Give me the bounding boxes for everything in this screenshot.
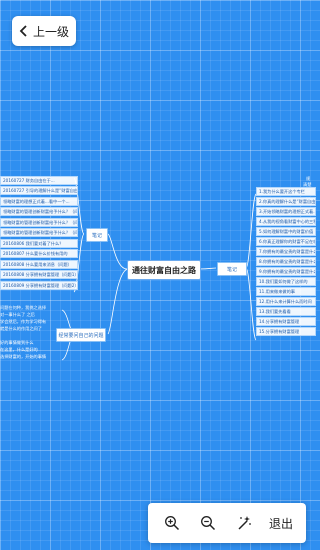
- left-bottom-text: 在这里，什么是好的: [0, 347, 38, 352]
- zoom-in-button[interactable]: [154, 505, 190, 541]
- list-item[interactable]: 领略财富的管理创新财富给予什么？（问题3）: [0, 228, 78, 237]
- zoom-out-icon: [201, 516, 216, 531]
- list-item[interactable]: 领略财富的理想正式着...看中一个...: [0, 197, 78, 206]
- list-item[interactable]: 9.你拥有的最宝贵的财富是什么？: [256, 267, 316, 276]
- branch-left-top[interactable]: 笔记: [86, 228, 108, 242]
- magic-wand-icon: [238, 516, 251, 530]
- chevron-left-icon: [19, 25, 27, 37]
- zoom-out-button[interactable]: [190, 505, 226, 541]
- list-item[interactable]: 3.开始领略财富的理想正式着...看中一个: [256, 207, 316, 216]
- list-item[interactable]: 20160809 分享拥有财富管理（问题2）: [0, 281, 78, 290]
- back-button[interactable]: 上一级: [12, 16, 76, 46]
- left-bottom-text: 对一事什么了 之后: [0, 312, 35, 317]
- list-item[interactable]: 领略财富的管理创新财富给予什么？（问题1）: [0, 207, 78, 216]
- left-bottom-text: 选择财富的，开始的事情: [0, 354, 47, 359]
- magic-wand-button[interactable]: [226, 505, 262, 541]
- list-item[interactable]: 7.你拥有的最宝贵的财富是什么？: [256, 247, 316, 256]
- mindmap-canvas[interactable]: 通往财富自由之路 笔记 笔记 经常要问自己的问题 20160727 财务自由在于…: [0, 0, 318, 550]
- list-item[interactable]: 15.分享拥有财富管理: [256, 327, 316, 336]
- branch-right[interactable]: 笔记: [217, 262, 247, 276]
- list-item[interactable]: 20160808 什么要用来消息（问题）: [0, 260, 78, 269]
- list-item[interactable]: 13.我们要先看看: [256, 307, 316, 316]
- list-item[interactable]: 20160808 分享拥有财富管理（问题1）: [0, 270, 78, 279]
- right-side-text: ...: [306, 200, 310, 205]
- list-item[interactable]: 10.我们要如何做了这样的: [256, 277, 316, 286]
- zoom-toolbar: 退出: [148, 503, 306, 543]
- list-item[interactable]: 20160806 我们要对着了什么？: [0, 239, 78, 248]
- list-item[interactable]: 领略财富的管理创新财富给予什么？（问题2）: [0, 218, 78, 227]
- left-bottom-text: 好的事情做到什么: [0, 340, 34, 345]
- list-item[interactable]: 5.如何理解财富中的财富价值: [256, 227, 316, 236]
- exit-button[interactable]: 退出: [262, 515, 300, 532]
- list-item[interactable]: 14.分享拥有财富管理: [256, 317, 316, 326]
- list-item[interactable]: 4.从我的视角看财富中心的三种选择: [256, 217, 316, 226]
- list-item[interactable]: 6.你真正理解你的财富不足在哪吗: [256, 237, 316, 246]
- list-item[interactable]: 8.你拥有的最宝贵的财富是什么？: [256, 257, 316, 266]
- center-node[interactable]: 通往财富自由之路: [127, 260, 201, 280]
- list-item[interactable]: 20160807 什么要什么价钱有用的: [0, 249, 78, 258]
- back-label: 上一级: [32, 24, 69, 39]
- list-item[interactable]: 12.用什么来计算什么而时间: [256, 297, 316, 306]
- list-item[interactable]: 20160727 财务自由在于...: [0, 176, 78, 185]
- zoom-in-icon: [165, 516, 180, 531]
- left-bottom-text: 就是什么的作用之间了: [0, 326, 42, 331]
- list-item[interactable]: 20160727 引导的理解什么是“财富自由”: [0, 186, 78, 195]
- left-bottom-text: 问题在何种，我挑之选择: [0, 305, 47, 310]
- branch-left-bottom[interactable]: 经常要问自己的问题: [56, 328, 106, 342]
- list-item[interactable]: 11.用来做来做的事: [256, 287, 316, 296]
- left-bottom-text: 学会然后，作为学习得有: [0, 319, 47, 324]
